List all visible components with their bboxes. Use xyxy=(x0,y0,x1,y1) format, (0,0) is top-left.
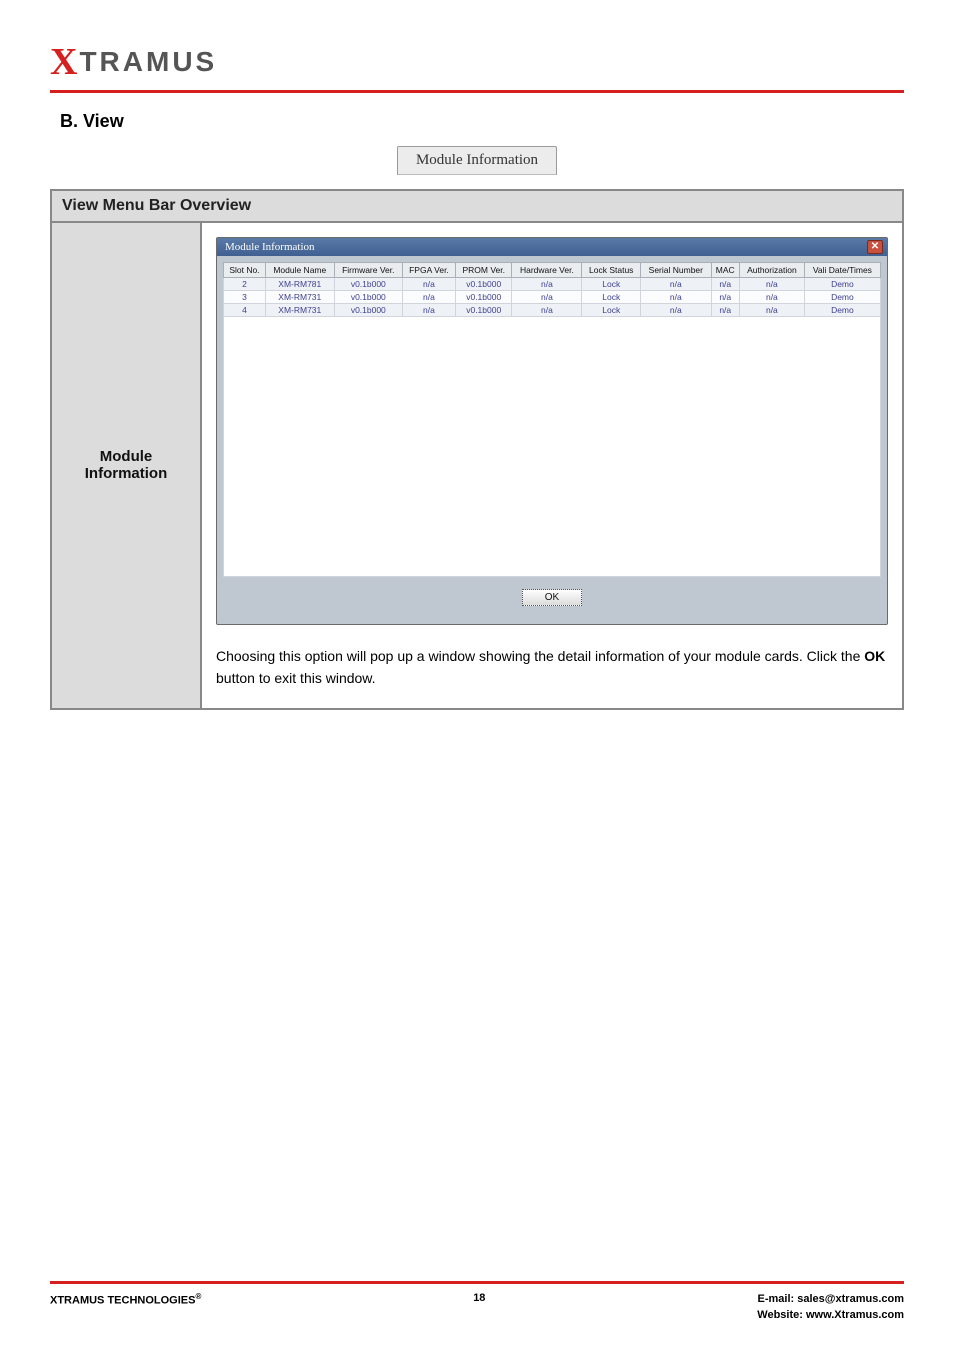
cell: v0.1b000 xyxy=(456,304,512,317)
cell: XM-RM731 xyxy=(265,304,334,317)
close-icon[interactable]: ✕ xyxy=(867,240,883,254)
cell: v0.1b000 xyxy=(456,291,512,304)
cell: n/a xyxy=(739,304,804,317)
page-number: 18 xyxy=(201,1292,757,1304)
cell: v0.1b000 xyxy=(456,278,512,291)
cell: v0.1b000 xyxy=(334,304,402,317)
email-value: sales@xtramus.com xyxy=(797,1293,904,1305)
table-row: 3 XM-RM731 v0.1b000 n/a v0.1b000 n/a Loc… xyxy=(224,291,881,304)
cell: 3 xyxy=(224,291,266,304)
module-info-window: Module Information ✕ Slot No. Module Nam… xyxy=(216,237,888,625)
th-hardware: Hardware Ver. xyxy=(512,263,582,278)
cell: XM-RM781 xyxy=(265,278,334,291)
table-row: 4 XM-RM731 v0.1b000 n/a v0.1b000 n/a Loc… xyxy=(224,304,881,317)
cell: 2 xyxy=(224,278,266,291)
th-auth: Authorization xyxy=(739,263,804,278)
desc-part2: button to exit this window. xyxy=(216,670,376,686)
desc-part1: Choosing this option will pop up a windo… xyxy=(216,648,864,664)
ok-button[interactable]: OK xyxy=(522,589,582,606)
window-title: Module Information xyxy=(225,241,315,253)
cell: Demo xyxy=(804,304,880,317)
description-text: Choosing this option will pop up a windo… xyxy=(216,645,888,690)
cell: Lock xyxy=(582,278,641,291)
web-label: Website: xyxy=(757,1309,806,1321)
web-value: www.Xtramus.com xyxy=(806,1309,904,1321)
th-validate: Vali Date/Times xyxy=(804,263,880,278)
cell: n/a xyxy=(739,278,804,291)
cell: n/a xyxy=(512,304,582,317)
cell: v0.1b000 xyxy=(334,278,402,291)
cell: n/a xyxy=(739,291,804,304)
footer-company: XTRAMUS TECHNOLOGIES® xyxy=(50,1292,201,1307)
cell: v0.1b000 xyxy=(334,291,402,304)
cell: n/a xyxy=(402,278,455,291)
brand-logo: X TRAMUS xyxy=(50,40,904,84)
overview-title-bar: View Menu Bar Overview xyxy=(52,191,902,223)
sidebar-module-information: Module Information xyxy=(52,223,202,708)
header-divider xyxy=(50,90,904,93)
logo-x-glyph: X xyxy=(50,40,77,84)
tab-module-information[interactable]: Module Information xyxy=(397,146,557,175)
cell: n/a xyxy=(711,278,739,291)
footer-contact: E-mail: sales@xtramus.com Website: www.X… xyxy=(757,1292,904,1323)
table-header-row: Slot No. Module Name Firmware Ver. FPGA … xyxy=(224,263,881,278)
th-prom: PROM Ver. xyxy=(456,263,512,278)
cell: n/a xyxy=(641,278,711,291)
cell: n/a xyxy=(641,291,711,304)
cell: Lock xyxy=(582,291,641,304)
window-titlebar: Module Information ✕ xyxy=(217,238,887,256)
th-slot: Slot No. xyxy=(224,263,266,278)
cell: n/a xyxy=(512,278,582,291)
cell: n/a xyxy=(402,304,455,317)
table-row: 2 XM-RM781 v0.1b000 n/a v0.1b000 n/a Loc… xyxy=(224,278,881,291)
cell: n/a xyxy=(402,291,455,304)
th-module-name: Module Name xyxy=(265,263,334,278)
logo-text: TRAMUS xyxy=(79,46,217,78)
table-empty-area xyxy=(223,317,881,577)
desc-bold: OK xyxy=(864,648,885,664)
cell: n/a xyxy=(512,291,582,304)
th-mac: MAC xyxy=(711,263,739,278)
sidebar-label: Module Information xyxy=(85,448,168,482)
overview-panel: View Menu Bar Overview Module Informatio… xyxy=(50,189,904,710)
module-info-table: Slot No. Module Name Firmware Ver. FPGA … xyxy=(223,262,881,317)
cell: n/a xyxy=(641,304,711,317)
cell: n/a xyxy=(711,291,739,304)
email-label: E-mail: xyxy=(758,1293,798,1305)
th-fpga: FPGA Ver. xyxy=(402,263,455,278)
section-heading: B. View xyxy=(60,111,904,132)
cell: Lock xyxy=(582,304,641,317)
footer-divider xyxy=(50,1281,904,1284)
th-firmware: Firmware Ver. xyxy=(334,263,402,278)
th-lock: Lock Status xyxy=(582,263,641,278)
cell: XM-RM731 xyxy=(265,291,334,304)
cell: Demo xyxy=(804,278,880,291)
th-serial: Serial Number xyxy=(641,263,711,278)
footer-company-text: XTRAMUS TECHNOLOGIES xyxy=(50,1295,195,1307)
cell: n/a xyxy=(711,304,739,317)
cell: 4 xyxy=(224,304,266,317)
cell: Demo xyxy=(804,291,880,304)
